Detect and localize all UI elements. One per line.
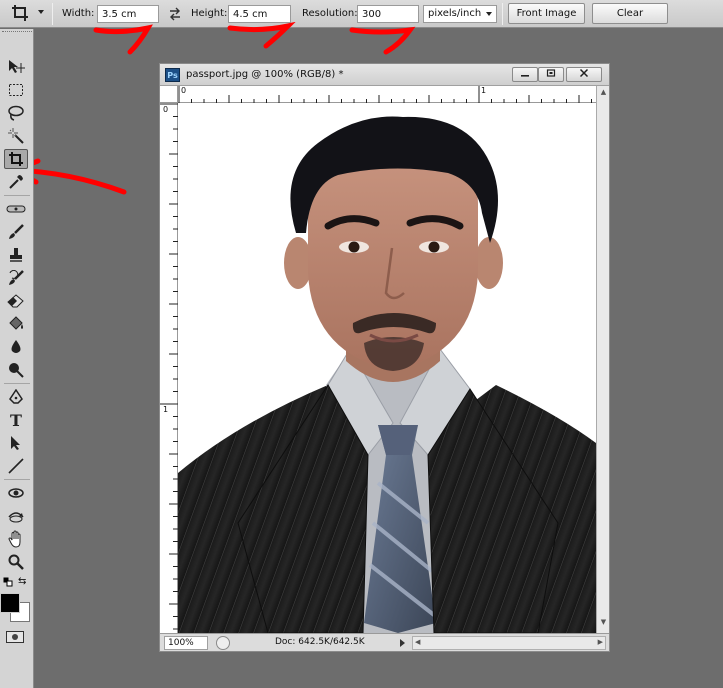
width-label: Width:: [62, 8, 95, 19]
brush-tool-icon[interactable]: [4, 222, 28, 242]
panel-grip[interactable]: [2, 31, 32, 37]
path-selection-tool-icon[interactable]: [4, 433, 28, 453]
horizontal-ruler[interactable]: 0 1: [178, 86, 598, 103]
scroll-left-icon[interactable]: ◀: [415, 638, 420, 646]
history-brush-tool-icon[interactable]: [4, 268, 28, 288]
divider: [52, 3, 53, 25]
close-button[interactable]: [566, 67, 602, 82]
clone-stamp-tool-icon[interactable]: [4, 245, 28, 265]
red-annotation-underlines: [93, 22, 416, 55]
chevron-down-icon: [486, 12, 492, 16]
status-info-icon[interactable]: [216, 636, 230, 650]
document-titlebar[interactable]: Ps passport.jpg @ 100% (RGB/8) *: [160, 64, 609, 86]
scroll-up-icon[interactable]: ▲: [598, 88, 609, 99]
width-input[interactable]: [97, 5, 159, 23]
scroll-down-icon[interactable]: ▼: [598, 618, 609, 629]
status-menu-arrow-icon[interactable]: [400, 639, 405, 647]
3d-orbit-tool-icon[interactable]: [4, 506, 28, 526]
status-bar: 100% Doc: 642.5K/642.5K ◀ ▶: [160, 633, 609, 651]
swap-colors-icon[interactable]: ⇆: [18, 576, 26, 587]
eyedropper-tool-icon[interactable]: [4, 172, 28, 192]
horizontal-ruler-ticks: [178, 86, 592, 103]
resolution-label: Resolution:: [302, 8, 358, 19]
blur-tool-icon[interactable]: [4, 337, 28, 357]
pen-tool-icon[interactable]: [4, 387, 28, 407]
3d-rotate-tool-icon[interactable]: [4, 483, 28, 503]
magic-wand-tool-icon[interactable]: [4, 126, 28, 146]
clear-button[interactable]: Clear: [592, 3, 668, 24]
minimize-icon: [521, 75, 529, 77]
tool-preset-dropdown-icon[interactable]: [38, 10, 44, 14]
ruler-label: 0: [163, 105, 169, 114]
divider: [4, 479, 30, 480]
zoom-level-field[interactable]: 100%: [164, 636, 208, 650]
ruler-label: 1: [481, 86, 487, 95]
horizontal-scrollbar[interactable]: ◀ ▶: [412, 636, 606, 650]
passport-photo: [178, 103, 596, 633]
line-tool-icon[interactable]: [4, 456, 28, 476]
quick-mask-icon[interactable]: [6, 631, 24, 643]
marquee-tool-icon[interactable]: [4, 80, 28, 100]
crop-tool-preset-icon[interactable]: [8, 3, 32, 23]
ruler-label: 1: [163, 405, 169, 414]
divider: [4, 195, 30, 196]
crop-tool-icon[interactable]: [4, 149, 28, 169]
height-input[interactable]: [228, 5, 291, 23]
image-canvas[interactable]: [178, 103, 596, 633]
tools-panel: T ⇆: [0, 29, 34, 688]
lasso-tool-icon[interactable]: [4, 103, 28, 123]
ruler-label: 0: [181, 86, 187, 95]
document-size: Doc: 642.5K/642.5K: [275, 637, 365, 647]
ps-badge: Ps: [165, 68, 180, 82]
eraser-tool-icon[interactable]: [4, 291, 28, 311]
hand-tool-icon[interactable]: [4, 529, 28, 549]
dodge-tool-icon[interactable]: [4, 360, 28, 380]
document-window: Ps passport.jpg @ 100% (RGB/8) * 0 1 0 1…: [159, 63, 610, 652]
resolution-input[interactable]: [357, 5, 419, 23]
scroll-right-icon[interactable]: ▶: [598, 638, 603, 646]
divider: [4, 383, 30, 384]
restore-button[interactable]: [538, 67, 564, 82]
paint-bucket-tool-icon[interactable]: [4, 314, 28, 334]
close-icon: [579, 68, 589, 78]
document-title: passport.jpg @ 100% (RGB/8) *: [186, 69, 344, 80]
healing-brush-tool-icon[interactable]: [4, 199, 28, 219]
resolution-unit-select[interactable]: pixels/inch: [423, 5, 497, 23]
restore-icon: [546, 69, 556, 77]
resolution-unit-value: pixels/inch: [428, 8, 482, 19]
minimize-button[interactable]: [512, 67, 538, 82]
vertical-ruler[interactable]: 0 1: [160, 103, 178, 633]
foreground-color-swatch[interactable]: [0, 593, 20, 613]
ruler-origin[interactable]: [160, 86, 178, 103]
type-tool-icon[interactable]: T: [4, 410, 28, 430]
zoom-tool-icon[interactable]: [4, 552, 28, 572]
divider: [502, 3, 503, 25]
height-label: Height:: [191, 8, 228, 19]
default-colors-icon[interactable]: [3, 577, 13, 590]
vertical-scrollbar[interactable]: ▲ ▼: [596, 86, 609, 633]
move-tool-icon[interactable]: [4, 57, 28, 77]
front-image-button[interactable]: Front Image: [508, 3, 585, 24]
vertical-ruler-ticks: [160, 103, 178, 630]
